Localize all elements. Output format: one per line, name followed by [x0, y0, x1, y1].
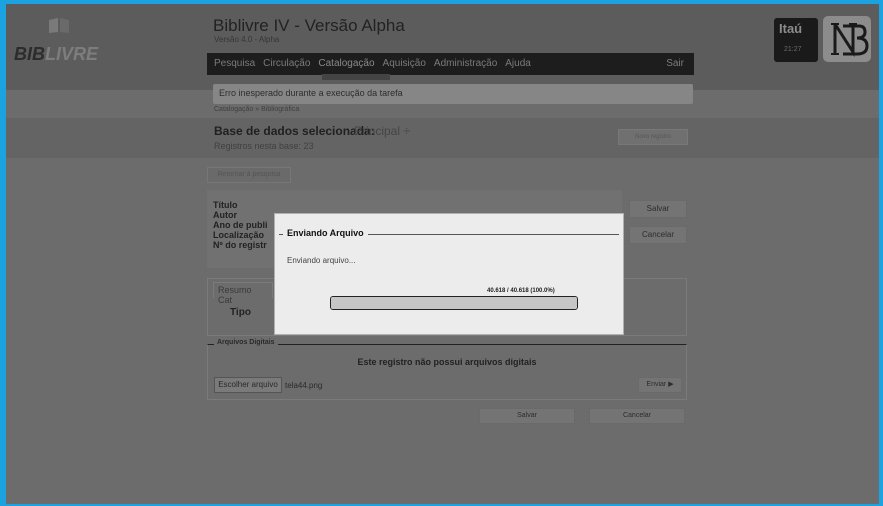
institution-logo [823, 16, 871, 62]
send-file-button[interactable]: Enviar ▶ [638, 377, 682, 393]
book-icon [49, 18, 69, 33]
tab-summary[interactable]: Resumo Cat [213, 282, 273, 305]
back-to-search-button[interactable]: Retornar à pesquisa [207, 167, 291, 183]
field-label-localizacao: Localização [213, 230, 265, 240]
cancel-button[interactable]: Cancelar [589, 408, 685, 424]
menu-item-circulacao[interactable]: Circulação [259, 53, 314, 75]
menu-item-pesquisa[interactable]: Pesquisa [207, 53, 259, 75]
field-label-ano: Ano de publi [213, 220, 268, 230]
digital-files-legend: Arquivos Digitais [214, 339, 278, 346]
digital-files-panel: Arquivos Digitais Este registro não poss… [207, 339, 687, 400]
field-label-registro: Nº do registr [213, 240, 267, 250]
database-select[interactable]: Principal ÷ [354, 124, 410, 138]
progress-text: 40.618 / 40.618 (100.0%) [487, 288, 555, 294]
menu-item-catalogacao[interactable]: Catalogação [314, 53, 378, 75]
app-title: Biblivre IV - Versão Alpha [213, 16, 405, 35]
no-digital-files-message: Este registro não possui arquivos digita… [357, 357, 537, 367]
upload-dialog: Enviando Arquivo Enviando arquivo... 40.… [274, 213, 624, 335]
type-label: Tipo [230, 307, 251, 318]
error-message: Erro inesperado durante a execução da ta… [219, 88, 403, 98]
selected-file-name: tela44.png [285, 381, 323, 390]
app-window: BIBLIVRE Biblivre IV - Versão Alpha Vers… [6, 4, 879, 504]
field-label-titulo: Título [213, 200, 238, 210]
save-button-side[interactable]: Salvar [629, 200, 687, 218]
clock-time: 21:27 [784, 46, 802, 53]
upload-progress-bar [330, 296, 578, 310]
error-banner: Erro inesperado durante a execução da ta… [213, 84, 693, 104]
logo-text-bib: BIB [14, 44, 45, 64]
database-strip [6, 118, 879, 158]
menu-item-aquisicao[interactable]: Aquisição [379, 53, 430, 75]
biblivre-logo[interactable]: BIBLIVRE [14, 16, 109, 74]
header: BIBLIVRE Biblivre IV - Versão Alpha Vers… [6, 4, 879, 90]
main-menu: Pesquisa Circulação Catalogação Aquisiçã… [207, 53, 694, 75]
record-count: Registros nesta base: 23 [214, 141, 314, 151]
bank-badge: Itaú 21:27 [774, 18, 818, 62]
cancel-button-side[interactable]: Cancelar [629, 226, 687, 244]
dialog-title: Enviando Arquivo [283, 228, 368, 238]
menu-item-administracao[interactable]: Administração [430, 53, 501, 75]
field-label-autor: Autor [213, 210, 237, 220]
menu-item-ajuda[interactable]: Ajuda [501, 53, 535, 75]
choose-file-button[interactable]: Escolher arquivo [214, 377, 282, 393]
breadcrumb: Catalogação » Bibliográfica [214, 106, 300, 113]
new-record-button[interactable]: Novo registro [618, 129, 688, 145]
bank-name: Itaú [779, 21, 803, 36]
logo-text-livre: LIVRE [45, 44, 99, 64]
dialog-message: Enviando arquivo... [287, 256, 356, 265]
progress-fill [331, 297, 577, 309]
monogram-icon [831, 23, 869, 58]
app-version: Versão 4.0 - Alpha [214, 35, 280, 44]
active-menu-indicator [322, 74, 390, 80]
database-label: Base de dados selecionada: [214, 124, 375, 138]
save-button[interactable]: Salvar [479, 408, 575, 424]
logout-link[interactable]: Sair [666, 53, 684, 75]
